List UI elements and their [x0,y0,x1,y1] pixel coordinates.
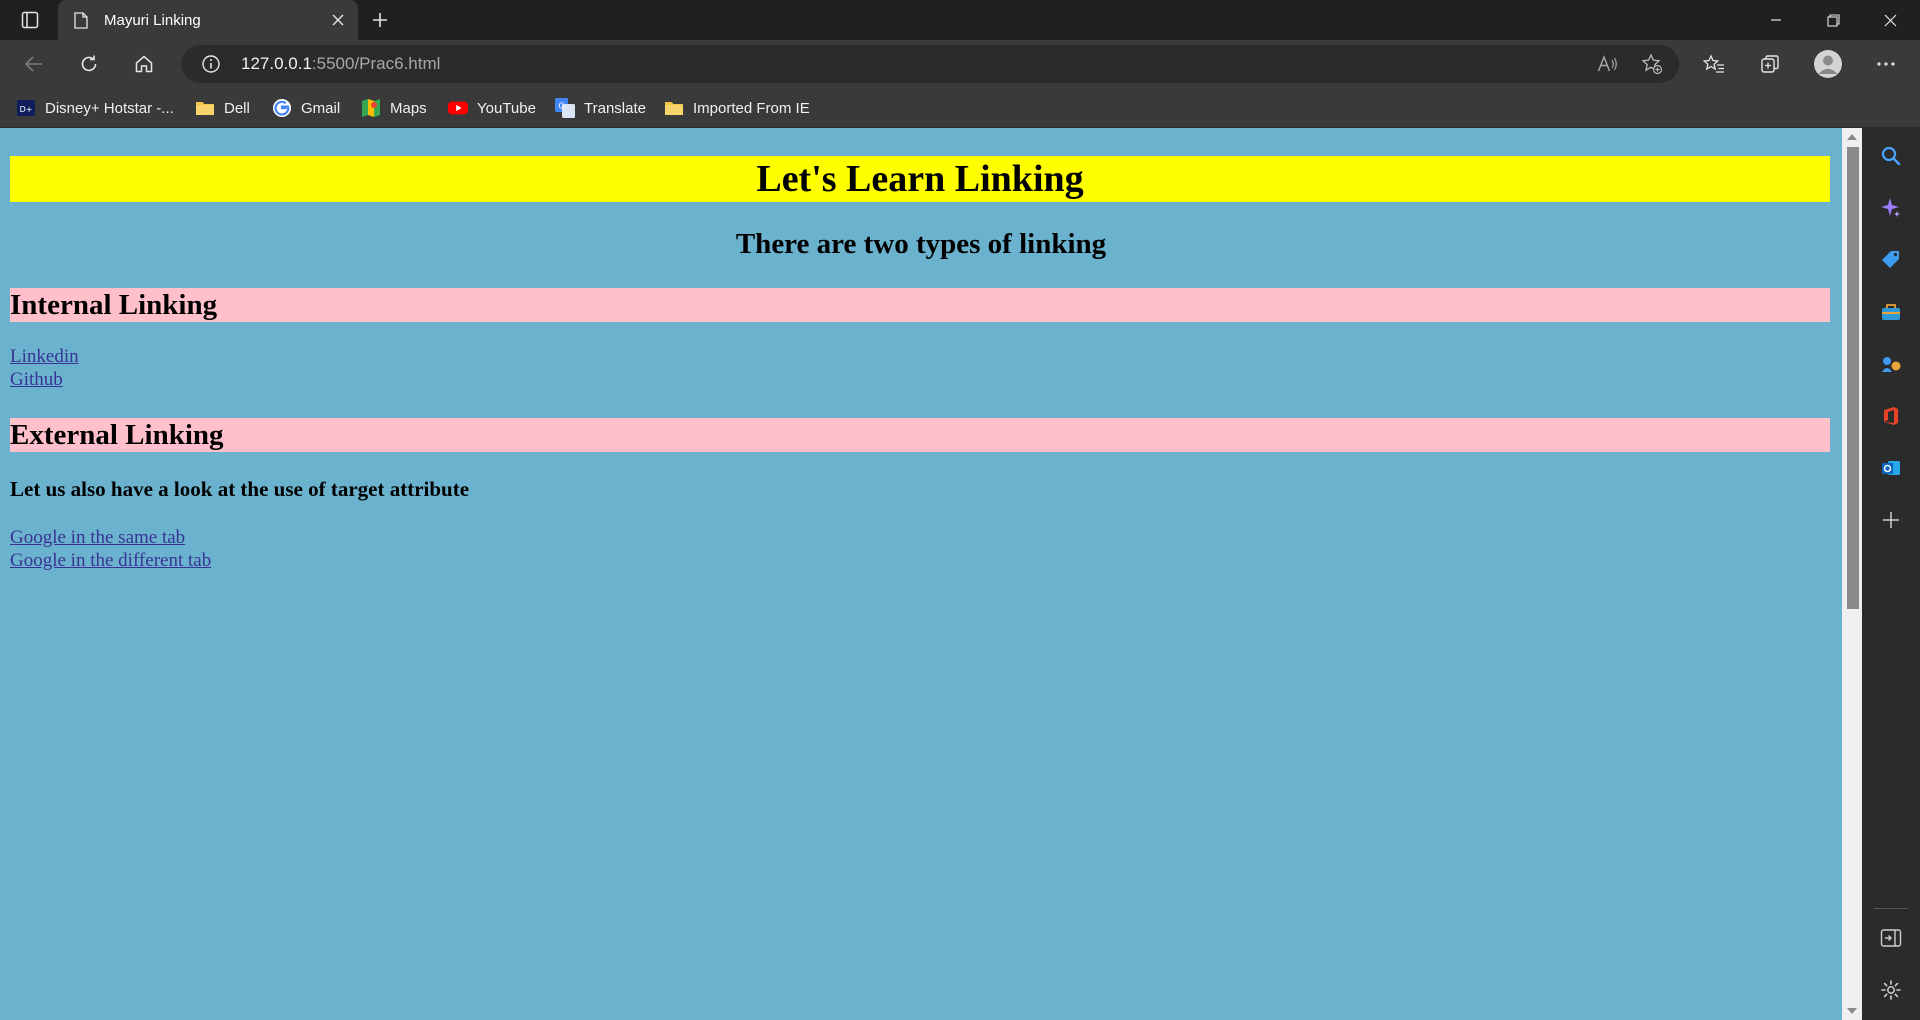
bookmark-imported-from-ie[interactable]: Imported From IE [664,97,810,119]
tab-title: Mayuri Linking [104,11,201,29]
bookmark-gmail[interactable]: Gmail [272,97,340,119]
svg-text:D+: D+ [20,105,33,114]
close-window-button[interactable] [1862,0,1918,40]
sidebar-settings-button[interactable] [1877,976,1905,1004]
plus-icon [1883,512,1899,528]
sidebar-divider [1874,908,1908,909]
external-linking-heading: External Linking [10,418,1830,452]
sidebar-office-button[interactable] [1877,402,1905,430]
profile-button[interactable] [1809,45,1847,83]
bookmark-dell[interactable]: Dell [195,97,250,119]
bookmark-youtube[interactable]: YouTube [448,97,536,119]
office-icon [1884,407,1898,425]
sidebar-games-button[interactable] [1877,350,1905,378]
restore-button[interactable] [1805,0,1861,40]
collections-icon [1761,55,1779,73]
svg-text:G: G [558,102,564,111]
folder-icon [664,98,684,118]
search-icon [1881,146,1901,166]
new-tab-button[interactable] [366,6,394,34]
google-same-tab-link[interactable]: Google in the same tab [10,527,185,549]
bookmark-label: Translate [584,99,646,117]
close-icon [1884,14,1896,26]
translate-icon: G [555,98,575,118]
page-viewport: Let's Learn Linking There are two types … [0,128,1842,1020]
avatar-icon [1814,50,1842,78]
sidebar-search-button[interactable] [1877,142,1905,170]
restore-icon [1826,13,1840,27]
google-different-tab-link[interactable]: Google in the different tab [10,550,211,572]
bookmark-label: Dell [224,99,250,117]
hotstar-icon: D+ [16,98,36,118]
bookmark-label: Imported From IE [693,99,810,117]
games-icon [1882,357,1901,372]
tag-icon [1882,251,1899,268]
home-button[interactable] [126,47,162,81]
bookmark-label: YouTube [477,99,536,117]
page-heading: Let's Learn Linking [10,156,1830,202]
active-tab[interactable]: Mayuri Linking [58,0,358,40]
url-host: 127.0.0.1 [241,54,312,73]
refresh-button[interactable] [71,47,107,81]
site-info-icon[interactable] [201,54,221,74]
collections-button[interactable] [1752,47,1788,81]
github-link[interactable]: Github [10,369,63,391]
outlook-icon [1882,461,1900,475]
settings-more-button[interactable] [1868,47,1904,81]
sparkle-icon [1881,198,1900,217]
scroll-up-arrow-icon[interactable] [1847,134,1857,140]
tab-strip: Mayuri Linking [0,0,1920,40]
hide-sidebar-icon [1880,929,1902,947]
bookmark-label: Maps [390,99,427,117]
bookmark-hotstar[interactable]: D+ Disney+ Hotstar -... [16,97,174,119]
home-icon [135,55,153,73]
plus-icon [373,13,387,27]
page-icon [72,11,90,29]
page-subheading: There are two types of linking [735,228,1107,260]
minimize-icon [1771,19,1781,21]
tab-actions-icon [21,11,39,29]
gear-icon [1881,980,1901,1000]
internal-linking-heading: Internal Linking [10,288,1830,322]
url-text[interactable]: 127.0.0.1:5500/Prac6.html [241,54,440,74]
favorites-icon [1703,54,1724,73]
sidebar-copilot-button[interactable] [1877,194,1905,222]
scroll-down-arrow-icon[interactable] [1847,1008,1857,1014]
target-attribute-note: Let us also have a look at the use of ta… [10,477,470,501]
url-path: :5500/Prac6.html [311,54,441,73]
browser-toolbar: 127.0.0.1:5500/Prac6.html [0,40,1920,88]
refresh-icon [81,55,97,72]
minimize-button[interactable] [1748,0,1804,40]
toolbox-icon [1882,304,1900,320]
favorites-button[interactable] [1696,47,1732,81]
maps-icon [361,98,381,118]
sidebar-shopping-button[interactable] [1877,246,1905,274]
sidebar-hide-button[interactable] [1877,924,1905,952]
scrollbar-thumb[interactable] [1847,147,1859,609]
bookmark-translate[interactable]: G Translate [555,97,646,119]
folder-icon [195,98,215,118]
address-bar[interactable]: 127.0.0.1:5500/Prac6.html [181,45,1679,83]
tab-actions-button[interactable] [12,6,48,34]
edge-sidebar [1862,128,1920,1020]
youtube-icon [448,98,468,118]
sidebar-outlook-button[interactable] [1877,454,1905,482]
back-button[interactable] [16,47,52,81]
add-favorite-icon[interactable] [1637,49,1667,79]
vertical-scrollbar[interactable] [1842,128,1862,1020]
more-icon [1877,62,1895,66]
google-icon [272,98,292,118]
bookmark-maps[interactable]: Maps [361,97,427,119]
sidebar-add-button[interactable] [1877,506,1905,534]
back-arrow-icon [24,56,42,72]
bookmarks-bar: D+ Disney+ Hotstar -... Dell Gmail Maps … [0,88,1920,128]
bookmark-label: Gmail [301,99,341,117]
read-aloud-icon[interactable] [1593,49,1623,79]
bookmark-label: Disney+ Hotstar -... [45,99,174,117]
sidebar-tools-button[interactable] [1877,298,1905,326]
linkedin-link[interactable]: Linkedin [10,346,79,368]
close-tab-icon[interactable] [328,10,348,30]
